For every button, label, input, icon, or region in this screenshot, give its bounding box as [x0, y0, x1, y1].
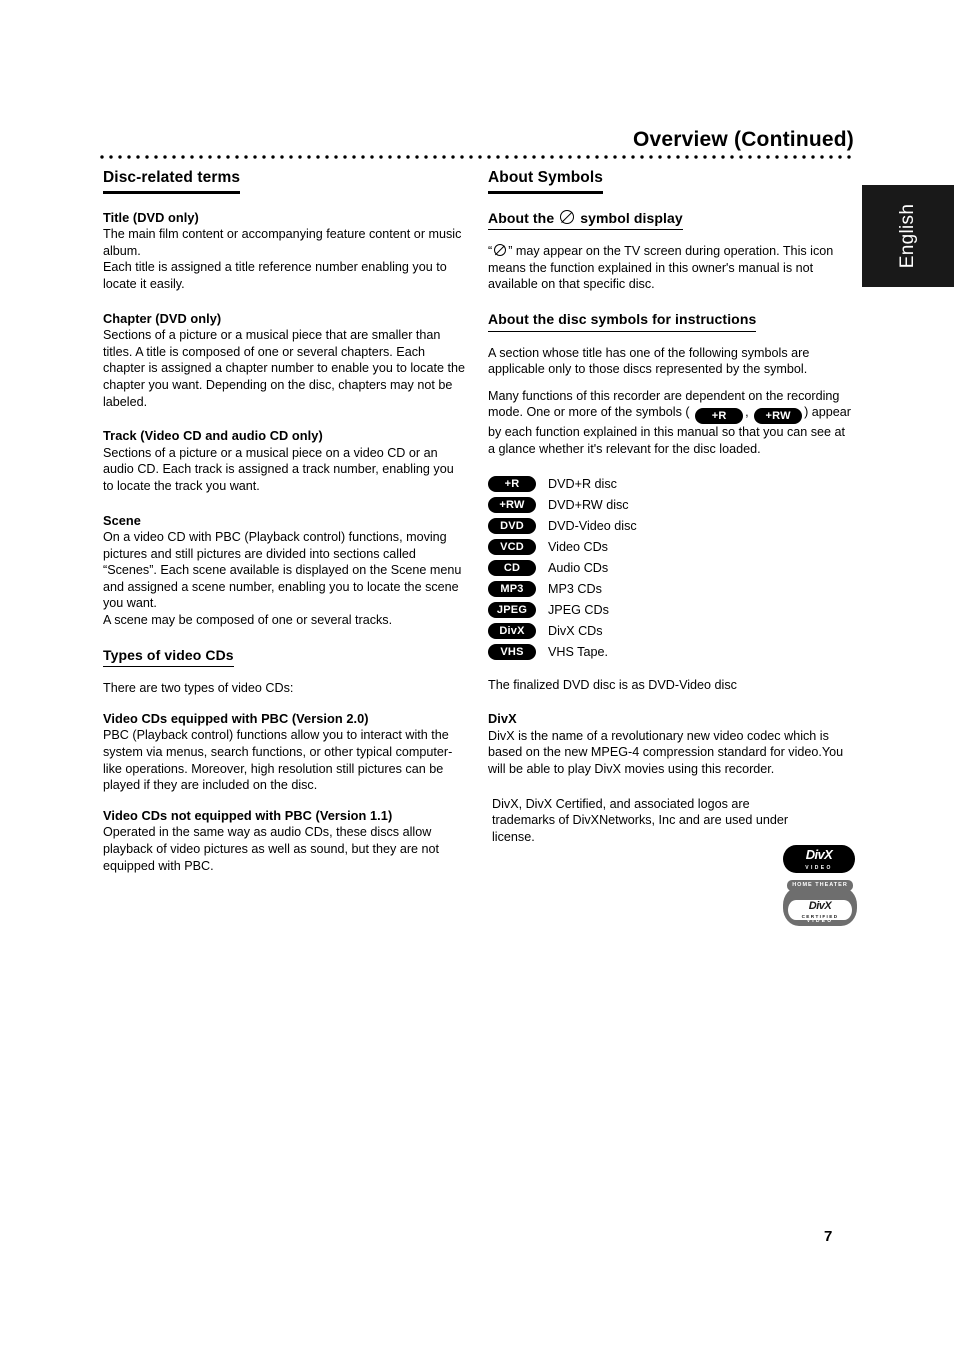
- symbol-display-paragraph: “” may appear on the TV screen during op…: [488, 243, 854, 293]
- badge-cd: CD: [488, 560, 536, 577]
- right-column: About Symbols About the symbol display “…: [488, 169, 854, 845]
- badge-jpeg: JPEG: [488, 602, 536, 619]
- legend-label: Audio CDs: [548, 560, 609, 575]
- disc-symbols-paren-open: (: [685, 405, 690, 420]
- legend-row: VHS VHS Tape.: [488, 642, 854, 663]
- about-symbols-heading: About Symbols: [488, 169, 603, 194]
- legend-label: DVD-Video disc: [548, 518, 637, 533]
- chapter-entry-paragraph: Sections of a picture or a musical piece…: [103, 328, 465, 409]
- vcd-without-pbc-paragraph: Operated in the same way as audio CDs, t…: [103, 825, 440, 873]
- disc-symbols-heading: About the disc symbols for instructions: [488, 311, 757, 332]
- about-symbols-heading-wrap: About Symbols: [488, 169, 854, 197]
- legend-row: +RW DVD+RW disc: [488, 495, 854, 516]
- title-entry-paragraph-2: Each title is assigned a title reference…: [103, 260, 447, 291]
- language-tab: English: [862, 185, 954, 287]
- divx-certified-logo-body: DivX CERTIFIED VIDEO: [783, 887, 857, 926]
- disc-symbols-paragraph-1: A section whose title has one of the fol…: [488, 345, 810, 377]
- disc-symbol-legend: +R DVD+R disc +RW DVD+RW disc DVD DVD-Vi…: [488, 474, 854, 663]
- badge-dvd: DVD: [488, 518, 536, 535]
- divx-video-logo-icon: DivX VIDEO: [783, 845, 855, 873]
- divx-logo-group: DivX VIDEO DivX CERTIFIED VIDEO HOME THE…: [783, 845, 861, 926]
- scene-entry-paragraph-1: On a video CD with PBC (Playback control…: [103, 530, 462, 611]
- page-title: Overview (Continued): [632, 128, 854, 151]
- legend-row: CD Audio CDs: [488, 558, 854, 579]
- badge-mp3: MP3: [488, 581, 536, 598]
- legend-label: MP3 CDs: [548, 581, 602, 596]
- legend-label: DivX CDs: [548, 623, 603, 638]
- symbol-display-heading-before: About the: [488, 209, 555, 226]
- title-entry-paragraph-1: The main film content or accompanying fe…: [103, 227, 462, 258]
- vcd-with-pbc-paragraph: PBC (Playback control) functions allow y…: [103, 728, 453, 793]
- divx-paragraph: DivX is the name of a revolutionary new …: [488, 728, 844, 776]
- disc-symbols-comma: ,: [745, 405, 749, 420]
- scene-entry-heading: Scene: [103, 512, 141, 528]
- divx-video-logo-word: DivX: [805, 847, 833, 862]
- types-of-video-cds-heading: Types of video CDs: [103, 647, 234, 668]
- vcd-without-pbc-heading: Video CDs not equipped with PBC (Version…: [103, 807, 393, 823]
- legend-label: DVD+RW disc: [548, 497, 629, 512]
- finalized-disc-note: The finalized DVD disc is as DVD-Video d…: [488, 677, 737, 692]
- legend-row: JPEG JPEG CDs: [488, 600, 854, 621]
- track-entry-paragraph: Sections of a picture or a musical piece…: [103, 445, 454, 493]
- divx-certified-logo-banner: HOME THEATER: [787, 880, 853, 891]
- title-entry-heading: Title (DVD only): [103, 209, 199, 225]
- language-tab-label: English: [897, 203, 918, 269]
- disc-related-terms-heading-wrap: Disc-related terms: [103, 169, 467, 197]
- legend-row: +R DVD+R disc: [488, 474, 854, 495]
- divx-heading: DivX: [488, 711, 517, 727]
- left-column: Disc-related terms Title (DVD only) The …: [103, 169, 467, 874]
- divx-certified-logo-inner: DivX CERTIFIED: [788, 900, 852, 920]
- legend-label: Video CDs: [548, 539, 608, 554]
- legend-label: JPEG CDs: [548, 602, 609, 617]
- symbol-display-heading-after: symbol display: [580, 209, 683, 226]
- badge-divx: DivX: [488, 623, 536, 640]
- prohibition-icon: [494, 244, 507, 257]
- disc-related-terms-heading: Disc-related terms: [103, 169, 241, 194]
- chapter-entry-heading: Chapter (DVD only): [103, 310, 222, 326]
- disc-symbols-heading-wrap: About the disc symbols for instructions: [488, 311, 854, 334]
- badge-plus-r: +R: [488, 476, 536, 493]
- badge-vcd: VCD: [488, 539, 536, 556]
- legend-label: VHS Tape.: [548, 644, 608, 659]
- symbol-display-quote-open: “: [488, 244, 493, 259]
- types-of-video-cds-intro: There are two types of video CDs:: [103, 681, 294, 696]
- badge-plus-rw-inline: +RW: [754, 408, 803, 425]
- legend-label: DVD+R disc: [548, 476, 617, 491]
- divx-video-logo-sub: VIDEO: [805, 865, 833, 871]
- divx-trademark-note: DivX, DivX Certified, and associated log…: [492, 796, 789, 844]
- disc-symbols-paragraph-2: Many functions of this recorder are depe…: [488, 388, 854, 458]
- prohibition-icon: [560, 209, 575, 224]
- legend-row: DivX DivX CDs: [488, 621, 854, 642]
- legend-row: MP3 MP3 CDs: [488, 579, 854, 600]
- badge-plus-rw: +RW: [488, 497, 536, 514]
- header-dotted-divider: [100, 155, 854, 159]
- badge-plus-r-inline: +R: [695, 408, 744, 425]
- vcd-with-pbc-heading: Video CDs equipped with PBC (Version 2.0…: [103, 710, 369, 726]
- divx-certified-logo-word: DivX: [808, 900, 832, 912]
- badge-vhs: VHS: [488, 644, 536, 661]
- types-of-video-cds-heading-wrap: Types of video CDs: [103, 647, 467, 670]
- symbol-display-paragraph-text: ” may appear on the TV screen during ope…: [488, 244, 834, 292]
- symbol-display-heading-wrap: About the symbol display: [488, 209, 854, 233]
- divx-certified-logo-icon: DivX CERTIFIED VIDEO HOME THEATER: [783, 880, 857, 926]
- page-number: 7: [824, 1228, 833, 1245]
- legend-row: DVD DVD-Video disc: [488, 516, 854, 537]
- legend-row: VCD Video CDs: [488, 537, 854, 558]
- symbol-display-heading: About the symbol display: [488, 209, 683, 231]
- scene-entry-paragraph-2: A scene may be composed of one or severa…: [103, 613, 393, 628]
- track-entry-heading: Track (Video CD and audio CD only): [103, 428, 323, 444]
- divx-certified-logo-video: VIDEO: [806, 918, 834, 924]
